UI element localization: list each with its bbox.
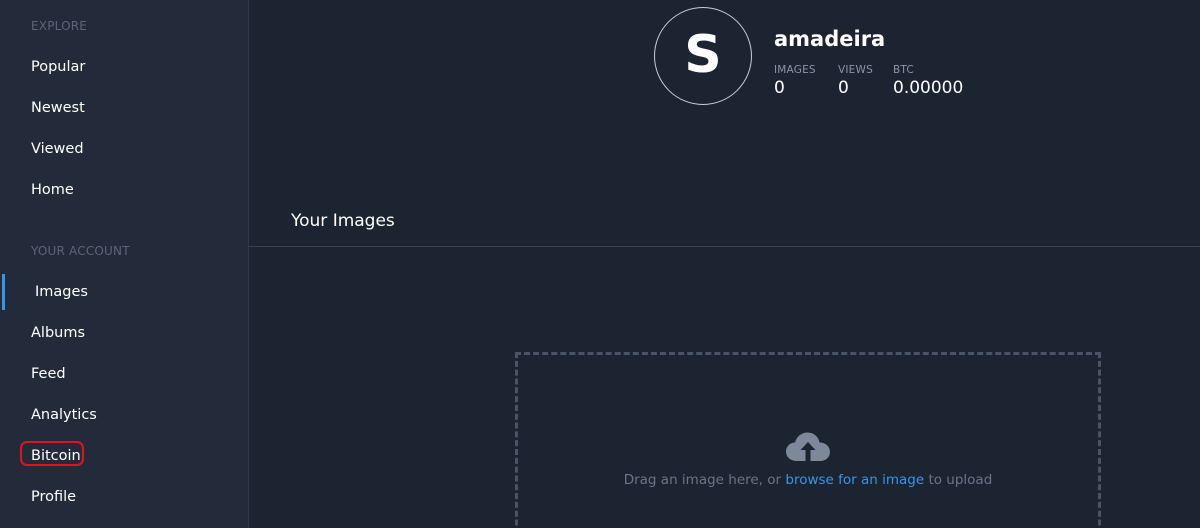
username: amadeira (774, 27, 886, 51)
sidebar: EXPLORE Popular Newest Viewed Home YOUR … (0, 0, 249, 528)
stat-images: IMAGES 0 (774, 64, 816, 100)
explore-section-title: EXPLORE (31, 19, 88, 33)
sidebar-item-home[interactable]: Home (31, 180, 74, 200)
upload-text-before: Drag an image here, or (623, 472, 786, 488)
upload-text-after: to upload (924, 472, 993, 488)
stat-btc: BTC 0.00000 (893, 64, 963, 100)
stat-views-label: VIEWS (838, 64, 873, 76)
your-images-heading: Your Images (291, 211, 395, 231)
sidebar-item-bitcoin[interactable]: Bitcoin (31, 446, 81, 466)
avatar[interactable]: S (654, 7, 752, 105)
stat-btc-label: BTC (893, 64, 914, 76)
sidebar-item-newest[interactable]: Newest (31, 98, 85, 118)
sidebar-item-albums[interactable]: Albums (31, 323, 85, 343)
main-content: S amadeira IMAGES 0 VIEWS 0 BTC 0.00000 … (249, 0, 1200, 528)
app-window: EXPLORE Popular Newest Viewed Home YOUR … (0, 0, 1200, 528)
sidebar-item-analytics[interactable]: Analytics (31, 405, 97, 425)
stat-views-value: 0 (838, 78, 849, 98)
stat-images-label: IMAGES (774, 64, 816, 76)
section-divider (249, 246, 1200, 247)
upload-instructions: Drag an image here, or browse for an ima… (249, 472, 1200, 488)
sidebar-item-feed[interactable]: Feed (31, 364, 66, 384)
active-item-indicator (2, 274, 5, 310)
stat-images-value: 0 (774, 78, 785, 98)
stat-views: VIEWS 0 (838, 64, 873, 100)
sidebar-item-profile[interactable]: Profile (31, 487, 76, 507)
avatar-letter: S (684, 25, 722, 85)
account-section-title: YOUR ACCOUNT (31, 244, 130, 258)
sidebar-item-images[interactable]: Images (35, 282, 88, 302)
browse-image-link[interactable]: browse for an image (785, 472, 924, 488)
cloud-upload-icon (786, 432, 830, 461)
sidebar-item-viewed[interactable]: Viewed (31, 139, 84, 159)
stat-btc-value: 0.00000 (893, 78, 964, 98)
sidebar-item-popular[interactable]: Popular (31, 57, 85, 77)
